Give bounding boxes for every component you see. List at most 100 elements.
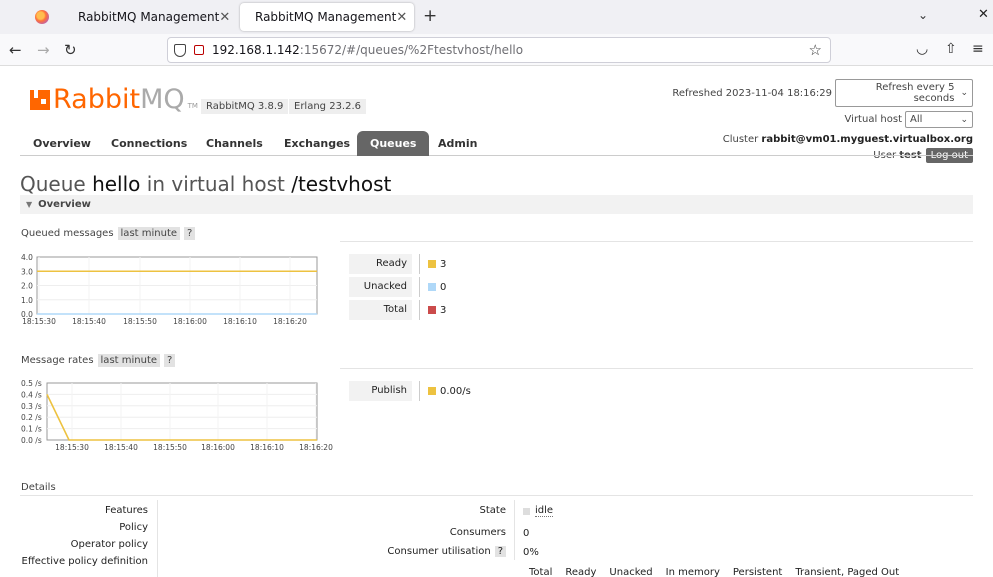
tab-title: RabbitMQ Management bbox=[255, 10, 397, 24]
vhost-label: Virtual host bbox=[844, 114, 902, 125]
x-tick-label: 18:16:10 bbox=[223, 317, 257, 326]
legend-name: Total bbox=[349, 300, 412, 320]
table-header: Unacked bbox=[609, 567, 653, 577]
legend-value: 0.00/s bbox=[440, 385, 471, 397]
consumers-value: 0 bbox=[523, 528, 530, 539]
legend-value: 3 bbox=[440, 304, 447, 316]
consumer-utilisation-key: Consumer utilisation? bbox=[387, 546, 506, 557]
nav-queues[interactable]: Queues bbox=[357, 131, 430, 156]
y-tick-label: 0.0 /s bbox=[21, 436, 42, 445]
chevron-down-icon: ⌄ bbox=[960, 88, 968, 98]
tab-title: RabbitMQ Management bbox=[78, 10, 220, 24]
y-tick-label: 2.0 bbox=[21, 282, 33, 291]
logo-text: RabbitMQ bbox=[53, 84, 185, 115]
new-tab-icon[interactable]: + bbox=[423, 6, 437, 26]
legend-swatch bbox=[428, 260, 436, 268]
legend-value: 0 bbox=[440, 281, 447, 293]
legend-swatch bbox=[428, 283, 436, 291]
y-tick-label: 0.2 /s bbox=[21, 413, 42, 422]
table-header: Ready bbox=[565, 567, 597, 577]
reload-icon[interactable]: ↻ bbox=[64, 41, 77, 59]
help-icon[interactable]: ? bbox=[494, 546, 506, 557]
rabbitmq-logo-icon bbox=[30, 90, 50, 110]
queued-messages-header: Queued messages last minute ? bbox=[21, 227, 196, 240]
main-nav: Overview Connections Channels Exchanges … bbox=[20, 131, 973, 156]
vhost-select[interactable]: All ⌄ bbox=[905, 111, 973, 128]
url-path: :15672/#/queues/%2Ftestvhost/hello bbox=[299, 43, 524, 57]
rabbitmq-logo: RabbitMQ TM bbox=[30, 86, 198, 113]
forward-icon[interactable]: → bbox=[37, 41, 50, 59]
y-tick-label: 0.5 /s bbox=[21, 379, 42, 388]
chevron-down-icon[interactable]: ⌄ bbox=[918, 8, 928, 22]
message-rates-chart: 0.5 /s 0.4 /s 0.3 /s 0.2 /s 0.1 /s 0.0 /s 18:1… bbox=[21, 379, 333, 452]
y-tick-label: 0.1 /s bbox=[21, 425, 42, 434]
tab-close-icon[interactable]: ✕ bbox=[396, 10, 407, 25]
firefox-icon[interactable] bbox=[35, 10, 49, 24]
y-tick-label: 3.0 bbox=[21, 267, 33, 276]
table-header: Transient, Paged Out bbox=[795, 567, 900, 577]
window-close-icon[interactable]: ✕ bbox=[978, 7, 989, 22]
divider bbox=[514, 500, 515, 560]
x-tick-label: 18:16:20 bbox=[299, 443, 333, 452]
url-bar[interactable]: 192.168.1.142:15672/#/queues/%2Ftestvhos… bbox=[167, 37, 831, 63]
x-tick-label: 18:15:30 bbox=[55, 443, 89, 452]
help-icon[interactable]: ? bbox=[164, 354, 176, 367]
shield-icon[interactable] bbox=[174, 43, 186, 57]
y-tick-label: 0.4 /s bbox=[21, 390, 42, 399]
y-tick-label: 1.0 bbox=[21, 296, 33, 305]
x-tick-label: 18:16:20 bbox=[273, 317, 307, 326]
legend-name: Ready bbox=[349, 254, 412, 274]
x-tick-label: 18:15:50 bbox=[123, 317, 157, 326]
message-rates-header: Message rates last minute ? bbox=[21, 354, 176, 367]
nav-exchanges[interactable]: Exchanges bbox=[271, 131, 363, 156]
bookmark-star-icon[interactable]: ☆ bbox=[809, 41, 822, 59]
table-header: In memory bbox=[665, 567, 720, 577]
divider bbox=[340, 368, 973, 369]
overview-section-toggle[interactable]: ▼ Overview bbox=[20, 195, 973, 214]
pocket-icon[interactable]: ◡ bbox=[916, 41, 928, 57]
y-tick-label: 4.0 bbox=[21, 253, 33, 262]
rates-range-button[interactable]: last minute bbox=[97, 354, 161, 367]
nav-connections[interactable]: Connections bbox=[98, 131, 200, 156]
nav-channels[interactable]: Channels bbox=[193, 131, 276, 156]
features-key: Features bbox=[105, 505, 148, 516]
logo-tm: TM bbox=[187, 102, 198, 110]
queued-range-button[interactable]: last minute bbox=[117, 227, 181, 240]
browser-tab-1[interactable]: RabbitMQ Management ✕ bbox=[63, 3, 237, 31]
legend-name: Unacked bbox=[349, 277, 412, 297]
legend-row-ready: Ready 3 bbox=[349, 254, 446, 274]
x-tick-label: 18:15:40 bbox=[72, 317, 106, 326]
state-indicator-icon bbox=[523, 507, 530, 515]
refreshed-label: Refreshed 2023-11-04 18:16:29 bbox=[672, 87, 832, 99]
browser-tab-2[interactable]: RabbitMQ Management ✕ bbox=[240, 3, 414, 31]
tab-close-icon[interactable]: ✕ bbox=[219, 10, 230, 25]
nav-overview[interactable]: Overview bbox=[20, 131, 104, 156]
queued-messages-legend: Ready 3 Unacked 0 Total 3 bbox=[349, 254, 446, 323]
table-header: Total bbox=[529, 567, 553, 577]
refresh-select[interactable]: Refresh every 5 seconds ⌄ bbox=[835, 79, 973, 107]
legend-value: 3 bbox=[440, 258, 447, 270]
legend-swatch bbox=[428, 306, 436, 314]
browser-tab-bar: RabbitMQ Management ✕ RabbitMQ Managemen… bbox=[0, 0, 993, 34]
help-icon[interactable]: ? bbox=[184, 227, 196, 240]
vhost-name: /testvhost bbox=[291, 172, 392, 196]
nav-admin[interactable]: Admin bbox=[425, 131, 490, 156]
message-count-table-headers: Total Ready Unacked In memory Persistent… bbox=[529, 567, 912, 577]
operator-policy-key: Operator policy bbox=[70, 539, 148, 550]
divider bbox=[20, 495, 973, 496]
insecure-lock-icon[interactable] bbox=[194, 45, 204, 55]
extensions-icon[interactable]: ⇧ bbox=[945, 41, 957, 57]
queue-name: hello bbox=[92, 172, 141, 196]
table-header: Persistent bbox=[732, 567, 783, 577]
legend-name: Publish bbox=[349, 381, 412, 401]
effective-policy-key: Effective policy definition bbox=[21, 556, 149, 567]
x-tick-label: 18:16:00 bbox=[173, 317, 207, 326]
back-icon[interactable]: ← bbox=[9, 41, 22, 59]
erlang-version: Erlang 23.2.6 bbox=[289, 99, 367, 114]
menu-icon[interactable]: ≡ bbox=[972, 41, 984, 57]
y-tick-label: 0.3 /s bbox=[21, 402, 42, 411]
details-header: Details bbox=[21, 482, 56, 493]
plot-area bbox=[46, 382, 318, 441]
url-host: 192.168.1.142 bbox=[212, 43, 300, 57]
divider bbox=[340, 241, 973, 242]
